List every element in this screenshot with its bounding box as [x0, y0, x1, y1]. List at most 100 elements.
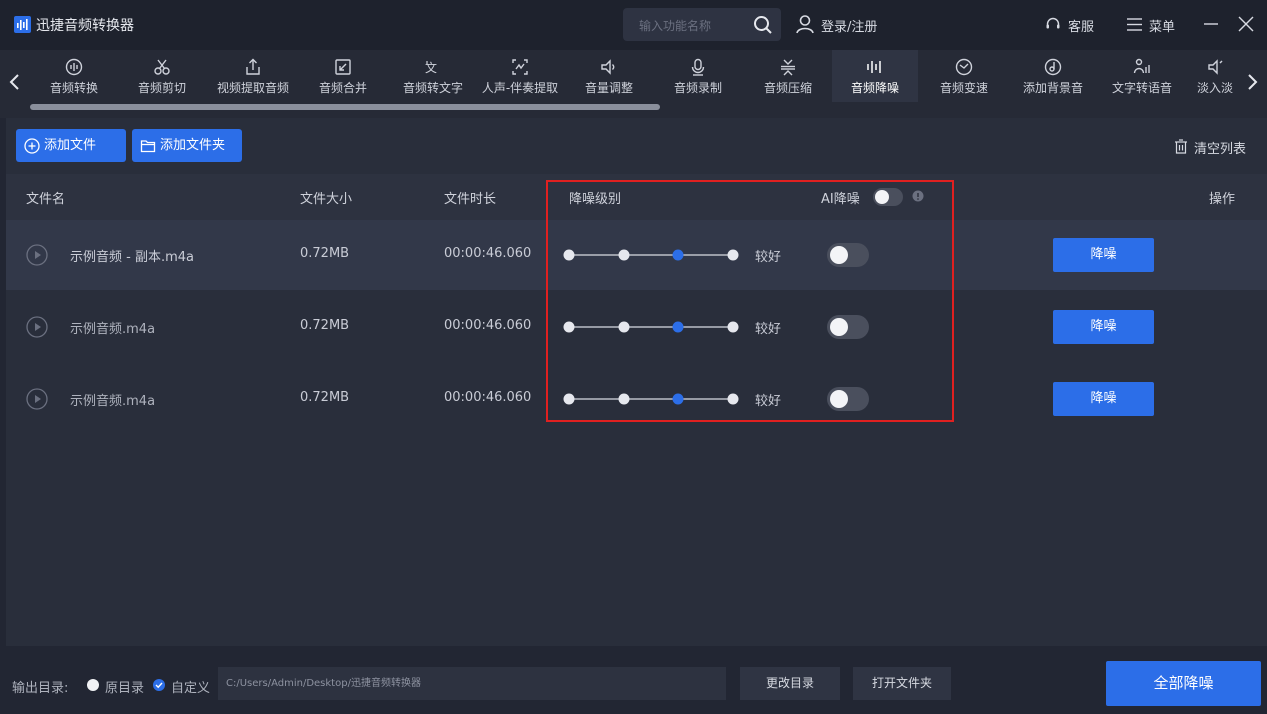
file-duration: 00:00:46.060 [444, 318, 532, 333]
title-bar: 迅捷音频转换器 输入功能名称 登录/注册 客服 菜单 [0, 0, 1267, 50]
audio-convert-icon [65, 58, 83, 76]
scissors-icon [154, 59, 170, 75]
output-directory-label: 输出目录: [12, 681, 69, 696]
table-row[interactable]: 示例音频.m4a 0.72MB 00:00:46.060 较好 降噪 [6, 364, 1267, 434]
close-icon[interactable] [1237, 15, 1255, 33]
clear-list-label: 清空列表 [1194, 142, 1247, 157]
denoise-level-slider[interactable] [563, 248, 743, 262]
footer-bar: 输出目录: 原目录 自定义 C:/Users/Admin/Desktop/迅捷音… [0, 646, 1267, 714]
open-folder-button[interactable]: 打开文件夹 [853, 667, 951, 700]
denoise-icon [867, 61, 881, 73]
tool-audio-cut[interactable]: 音频剪切 [124, 50, 200, 102]
tool-label: 音频录制 [673, 81, 722, 95]
menu-icon[interactable] [1126, 16, 1143, 33]
tool-audio-merge[interactable]: 音频合并 [306, 50, 380, 102]
denoise-level-label: 较好 [755, 394, 782, 409]
table-row[interactable]: 示例音频.m4a 0.72MB 00:00:46.060 较好 降噪 [6, 292, 1267, 362]
tool-audio-speed[interactable]: 音频变速 [926, 50, 1002, 102]
ai-denoise-master-toggle[interactable] [873, 188, 903, 206]
file-list-panel: 添加文件 添加文件夹 清空列表 文件名 文件大小 文件时长 降噪级别 AI降噪 … [6, 118, 1267, 646]
toggle-knob [830, 318, 848, 336]
tool-add-background[interactable]: 添加背景音 [1012, 50, 1094, 102]
tool-label: 音频合并 [318, 81, 367, 95]
add-file-button[interactable]: 添加文件 [16, 129, 126, 162]
chevron-right-icon[interactable] [1246, 72, 1260, 92]
compress-icon [781, 59, 795, 76]
denoise-level-slider[interactable] [563, 320, 743, 334]
add-folder-label: 添加文件夹 [160, 138, 226, 153]
header-filename: 文件名 [26, 192, 66, 207]
tool-label: 淡入淡 [1196, 81, 1233, 95]
file-size: 0.72MB [300, 390, 350, 405]
file-name: 示例音频.m4a [70, 322, 156, 337]
tool-audio-record[interactable]: 音频录制 [660, 50, 736, 102]
radio-custom-label[interactable]: 自定义 [171, 677, 210, 696]
file-name: 示例音频 - 副本.m4a [70, 250, 194, 265]
tool-label: 音频转换 [49, 81, 98, 95]
tool-video-extract[interactable]: 视频提取音频 [208, 50, 298, 102]
tool-label: 音量调整 [584, 81, 633, 95]
ai-denoise-toggle[interactable] [827, 243, 869, 267]
change-directory-button[interactable]: 更改目录 [740, 667, 840, 700]
text-icon: 文 [425, 60, 437, 75]
login-link[interactable]: 登录/注册 [821, 16, 877, 35]
play-icon[interactable] [26, 388, 48, 410]
service-link[interactable]: 客服 [1068, 16, 1094, 35]
speed-icon [955, 58, 973, 76]
table-row[interactable]: 示例音频 - 副本.m4a 0.72MB 00:00:46.060 较好 降噪 [6, 220, 1267, 290]
headset-icon[interactable] [1045, 16, 1061, 32]
tool-label: 音频变速 [939, 81, 988, 95]
add-file-label: 添加文件 [44, 138, 97, 153]
search-icon[interactable] [753, 15, 773, 35]
tool-audio-convert[interactable]: 音频转换 [30, 50, 118, 102]
file-name: 示例音频.m4a [70, 394, 156, 409]
tool-text-to-speech[interactable]: 文字转语音 [1102, 50, 1182, 102]
tool-label: 音频转文字 [402, 81, 463, 95]
mic-icon [691, 58, 705, 76]
tools-strip: 音频转换 音频剪切 视频提取音频 音频合并 文 音频转文字 人声-伴奏提取 音量… [30, 50, 1242, 106]
tool-label: 视频提取音频 [216, 81, 289, 95]
denoise-level-slider[interactable] [563, 392, 743, 406]
search-placeholder: 输入功能名称 [639, 19, 712, 33]
denoise-all-button[interactable]: 全部降噪 [1106, 661, 1261, 706]
tool-vocal-extract[interactable]: 人声-伴奏提取 [474, 50, 566, 102]
tool-audio-denoise[interactable]: 音频降噪 [832, 50, 918, 102]
play-icon[interactable] [26, 244, 48, 266]
vocal-icon [512, 59, 528, 75]
add-folder-button[interactable]: 添加文件夹 [132, 129, 242, 162]
tool-fade[interactable]: 淡入淡 [1188, 50, 1242, 102]
tool-audio-to-text[interactable]: 文 音频转文字 [392, 50, 474, 102]
chevron-left-icon[interactable] [7, 72, 21, 92]
ai-denoise-toggle[interactable] [827, 315, 869, 339]
tool-volume-adjust[interactable]: 音量调整 [574, 50, 644, 102]
music-note-icon [1044, 58, 1062, 76]
tool-label: 添加背景音 [1022, 81, 1083, 95]
header-duration: 文件时长 [444, 192, 497, 207]
info-icon[interactable] [912, 190, 924, 202]
user-icon[interactable] [795, 14, 815, 34]
denoise-button[interactable]: 降噪 [1053, 382, 1154, 416]
fade-icon [1208, 59, 1223, 75]
minimize-icon[interactable] [1203, 16, 1219, 32]
table-header: 文件名 文件大小 文件时长 降噪级别 AI降噪 操作 [6, 174, 1267, 220]
tool-label: 音频降噪 [850, 81, 899, 95]
menu-link[interactable]: 菜单 [1149, 16, 1175, 35]
toggle-knob [830, 390, 848, 408]
denoise-button[interactable]: 降噪 [1053, 310, 1154, 344]
ai-denoise-toggle[interactable] [827, 387, 869, 411]
toolbar-scrollbar[interactable] [30, 104, 660, 110]
header-filesize: 文件大小 [300, 192, 353, 207]
tool-label: 音频剪切 [137, 81, 186, 95]
radio-custom-dir-checked-icon[interactable] [153, 679, 165, 691]
tts-icon [1133, 58, 1150, 74]
tool-label: 文字转语音 [1111, 81, 1172, 95]
radio-original-label[interactable]: 原目录 [105, 677, 144, 696]
denoise-button[interactable]: 降噪 [1053, 238, 1154, 272]
denoise-level-label: 较好 [755, 322, 782, 337]
radio-original-dir[interactable] [87, 679, 99, 691]
output-path-field[interactable]: C:/Users/Admin/Desktop/迅捷音频转换器 [218, 667, 726, 700]
search-input[interactable]: 输入功能名称 [623, 8, 781, 41]
tool-audio-compress[interactable]: 音频压缩 [750, 50, 826, 102]
file-size: 0.72MB [300, 318, 350, 333]
play-icon[interactable] [26, 316, 48, 338]
